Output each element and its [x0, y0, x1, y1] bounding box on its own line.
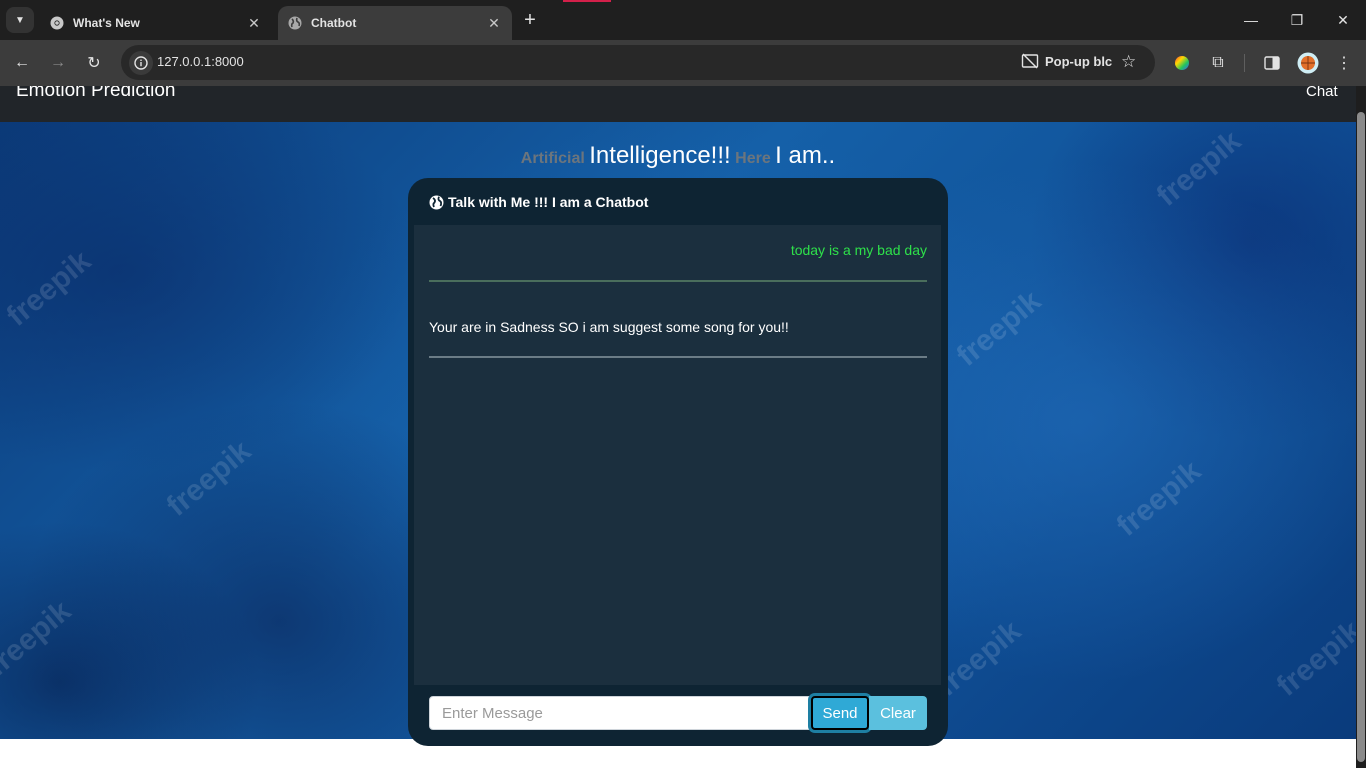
- globe-icon: [429, 195, 444, 209]
- navbar-brand[interactable]: Emotion Prediction: [16, 86, 175, 102]
- close-tab-icon[interactable]: ✕: [244, 13, 264, 33]
- reload-button[interactable]: ↻: [79, 48, 109, 78]
- watermark: freepik: [1110, 454, 1208, 543]
- headline-word-i-am: I am..: [775, 142, 836, 169]
- browser-toolbar: ← → ↻ 127.0.0.1:8000 Pop-up blc ☆ ⧉ ⋮: [0, 40, 1366, 86]
- arrow-left-icon: ←: [14, 54, 30, 71]
- watermark: freepik: [0, 244, 98, 333]
- page-viewport: Emotion Prediction Chat freepik freepik …: [0, 86, 1356, 768]
- new-tab-button[interactable]: +: [518, 9, 542, 31]
- url-text[interactable]: 127.0.0.1:8000: [157, 54, 244, 69]
- headline-word-intelligence: Intelligence!!!: [589, 142, 731, 169]
- user-message: today is a my bad day: [790, 242, 927, 258]
- tab-search-button[interactable]: ▼: [6, 7, 34, 33]
- headline-word-artificial: Artificial: [520, 150, 585, 167]
- chat-messages[interactable]: today is a my bad day Your are in Sadnes…: [414, 225, 941, 685]
- close-tab-icon[interactable]: ✕: [484, 13, 504, 33]
- hero-headline: Artificial Intelligence!!! Here I am..: [0, 142, 1356, 170]
- tab-title: Chatbot: [311, 16, 357, 30]
- address-bar[interactable]: 127.0.0.1:8000 Pop-up blc ☆: [121, 45, 1155, 80]
- profile-avatar[interactable]: [1297, 52, 1319, 74]
- tab-chatbot[interactable]: Chatbot ✕: [278, 6, 512, 40]
- recording-indicator: [563, 0, 611, 2]
- message-divider: [429, 280, 927, 282]
- tab-title: What's New: [73, 16, 140, 30]
- restore-icon: ❐: [1290, 11, 1304, 28]
- bookmark-star-icon[interactable]: ☆: [1121, 52, 1136, 72]
- message-input[interactable]: [429, 696, 811, 730]
- watermark: freepik: [0, 594, 78, 683]
- forward-button[interactable]: →: [43, 48, 73, 78]
- nav-link-chat[interactable]: Chat: [1306, 86, 1338, 100]
- send-button[interactable]: Send: [811, 696, 869, 730]
- chevron-down-icon: ▼: [15, 14, 25, 26]
- reload-icon: ↻: [87, 55, 101, 72]
- browser-tab-bar: ▼ What's New ✕ Chatbot ✕ + — ❐ ✕: [0, 0, 1366, 40]
- close-icon: ✕: [1337, 11, 1349, 28]
- color-extension-icon[interactable]: [1171, 52, 1193, 74]
- site-navbar: Emotion Prediction Chat: [0, 86, 1356, 122]
- tab-whats-new[interactable]: What's New ✕: [40, 6, 272, 40]
- info-icon: [134, 56, 148, 70]
- chrome-icon: [49, 15, 65, 31]
- close-window-button[interactable]: ✕: [1320, 0, 1366, 40]
- popup-blocked-indicator[interactable]: Pop-up blc: [1021, 53, 1112, 69]
- browser-menu-icon[interactable]: ⋮: [1333, 52, 1355, 74]
- chatbot-card: Talk with Me !!! I am a Chatbot today is…: [408, 178, 948, 746]
- arrow-right-icon: →: [50, 54, 66, 71]
- globe-icon: [287, 15, 303, 31]
- restore-button[interactable]: ❐: [1274, 0, 1320, 40]
- minimize-button[interactable]: —: [1228, 0, 1274, 40]
- clear-button[interactable]: Clear: [869, 696, 927, 730]
- extensions-puzzle-icon[interactable]: ⧉: [1207, 52, 1229, 74]
- popup-blocked-label: Pop-up blc: [1045, 53, 1113, 69]
- watermark: freepik: [160, 434, 258, 523]
- chat-header-title: Talk with Me !!! I am a Chatbot: [448, 194, 649, 210]
- chat-header: Talk with Me !!! I am a Chatbot: [429, 194, 648, 210]
- watermark: freepik: [950, 284, 1048, 373]
- page-scrollbar[interactable]: [1356, 86, 1366, 768]
- side-panel-icon[interactable]: [1261, 52, 1283, 74]
- message-divider: [429, 356, 927, 358]
- watermark: freepik: [1270, 614, 1356, 703]
- minimize-icon: —: [1244, 12, 1258, 28]
- back-button[interactable]: ←: [7, 48, 37, 78]
- toolbar-separator: [1244, 54, 1245, 72]
- bot-message: Your are in Sadness SO i am suggest some…: [429, 319, 789, 335]
- popup-blocked-icon: [1021, 53, 1039, 69]
- headline-word-here: Here: [735, 150, 771, 167]
- scrollbar-thumb[interactable]: [1357, 112, 1365, 762]
- site-info-button[interactable]: [129, 51, 153, 75]
